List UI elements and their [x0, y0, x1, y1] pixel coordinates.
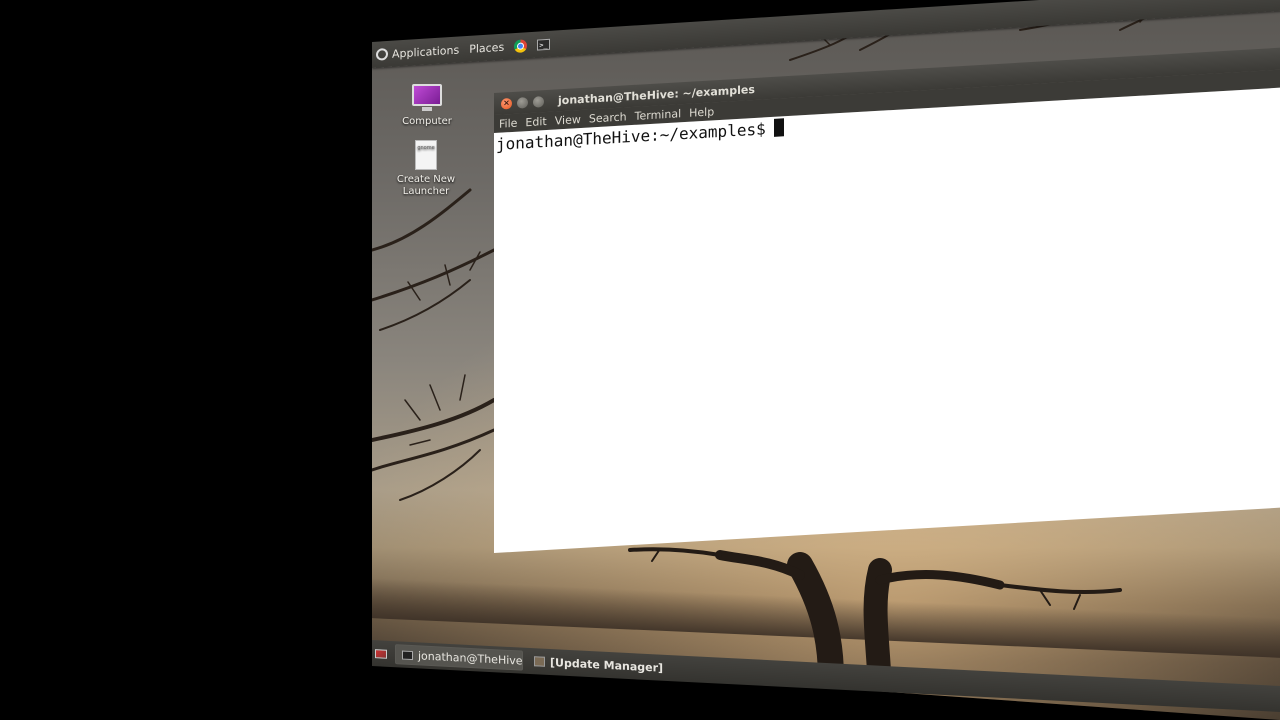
taskbar-item-terminal[interactable]: jonathan@TheHive: ~/...	[395, 644, 523, 671]
desktop-icon-label: Create New Launcher	[396, 174, 456, 197]
taskbar-item-label: [Update Manager]	[550, 655, 664, 675]
menu-help[interactable]: Help	[689, 105, 714, 119]
places-menu-label: Places	[469, 40, 505, 56]
close-button[interactable]: ×	[501, 97, 512, 110]
terminal-text-area[interactable]: jonathan@TheHive:~/examples$	[494, 86, 1280, 554]
menu-file[interactable]: File	[499, 116, 517, 130]
chrome-icon	[514, 38, 528, 53]
terminal-launcher[interactable]: >_	[537, 38, 551, 51]
update-manager-icon	[534, 656, 545, 667]
maximize-button[interactable]	[533, 95, 544, 108]
applications-menu[interactable]: Applications	[376, 43, 459, 61]
places-menu[interactable]: Places	[469, 40, 504, 55]
ubuntu-logo-icon	[376, 47, 388, 61]
show-desktop-icon[interactable]	[375, 648, 387, 659]
terminal-icon	[402, 650, 413, 660]
chrome-launcher[interactable]	[514, 38, 528, 53]
minimize-button[interactable]	[517, 96, 528, 109]
terminal-window: × jonathan@TheHive: ~/examples File Edit…	[494, 46, 1280, 554]
launcher-file-icon: gnome	[415, 140, 437, 170]
menu-view[interactable]: View	[555, 112, 581, 127]
taskbar-item-label: jonathan@TheHive: ~/...	[418, 648, 523, 669]
terminal-icon: >_	[537, 38, 551, 51]
desktop-icon-label: Computer	[402, 116, 452, 127]
computer-icon	[412, 84, 442, 111]
menu-edit[interactable]: Edit	[525, 114, 546, 128]
close-icon: ×	[503, 98, 510, 108]
menu-terminal[interactable]: Terminal	[635, 107, 682, 123]
desktop-icon-create-launcher[interactable]: gnome Create New Launcher	[391, 140, 461, 198]
applications-menu-label: Applications	[392, 43, 460, 61]
taskbar-item-update-manager[interactable]: [Update Manager]	[527, 651, 670, 678]
menu-search[interactable]: Search	[589, 110, 627, 125]
desktop-icon-computer[interactable]: Computer	[392, 84, 462, 127]
text-cursor	[773, 118, 784, 137]
screen: Applications Places >_ Computer gnome Cr…	[0, 0, 1280, 720]
